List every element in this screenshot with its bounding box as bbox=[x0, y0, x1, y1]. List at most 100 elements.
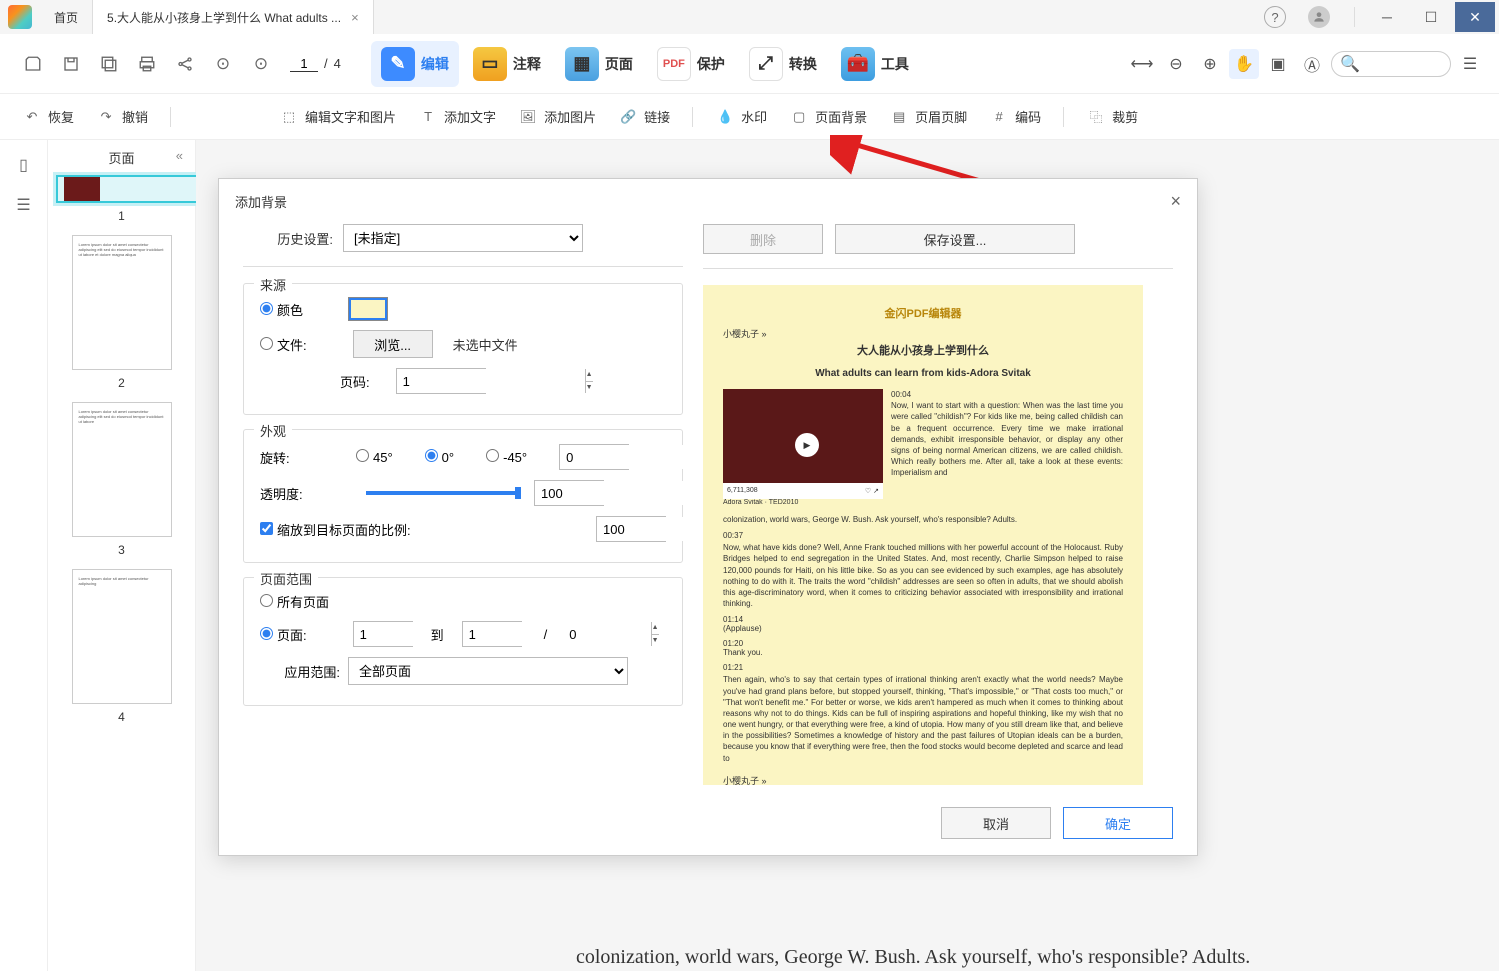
delete-button[interactable]: 删除 bbox=[703, 224, 823, 254]
range-from-input[interactable]: ▲▼ bbox=[353, 621, 413, 647]
mode-tab-tools-label: 工具 bbox=[881, 54, 909, 74]
bates-button[interactable]: # 编码 bbox=[981, 103, 1049, 131]
save-as-icon[interactable] bbox=[98, 53, 120, 75]
text-select-icon[interactable]: Ⓐ bbox=[1297, 49, 1327, 79]
watermark-icon: 💧 bbox=[715, 107, 735, 127]
cancel-button[interactable]: 取消 bbox=[941, 807, 1051, 839]
convert-mode-icon: ⤢ bbox=[749, 47, 783, 81]
crop-button[interactable]: ⿻裁剪 bbox=[1078, 103, 1146, 131]
header-footer-button[interactable]: ▤页眉页脚 bbox=[881, 103, 975, 131]
thumbnail-label-1: 1 bbox=[56, 209, 187, 223]
page-up-icon[interactable]: ⊙ bbox=[212, 53, 234, 75]
rotate-n45-radio[interactable]: -45° bbox=[486, 449, 527, 465]
divider bbox=[243, 266, 683, 267]
color-swatch[interactable] bbox=[349, 298, 387, 320]
opacity-label: 透明度: bbox=[260, 484, 310, 503]
page-num-input[interactable]: ▲▼ bbox=[396, 368, 486, 394]
redo-button[interactable]: ↷撤销 bbox=[88, 103, 156, 131]
zoom-in-icon[interactable]: ⊕ bbox=[1195, 49, 1225, 79]
rotate-0-radio[interactable]: 0° bbox=[425, 449, 454, 465]
dialog-close-button[interactable]: × bbox=[1170, 191, 1181, 212]
protect-mode-icon: PDF bbox=[657, 47, 691, 81]
apply-range-select[interactable]: 全部页面 bbox=[348, 657, 628, 685]
divider bbox=[1063, 107, 1064, 127]
color-radio[interactable]: 颜色 bbox=[260, 300, 303, 319]
outline-rail-icon[interactable]: ☰ bbox=[13, 194, 35, 216]
menu-icon[interactable]: ☰ bbox=[1455, 49, 1485, 79]
tab-home[interactable]: 首页 bbox=[40, 0, 93, 34]
print-icon[interactable] bbox=[136, 53, 158, 75]
page-input[interactable] bbox=[290, 56, 318, 72]
opacity-slider[interactable] bbox=[366, 491, 516, 495]
rotate-45-radio[interactable]: 45° bbox=[356, 449, 393, 465]
collapse-panel-icon[interactable]: « bbox=[176, 148, 183, 163]
page-down-icon[interactable]: ⊙ bbox=[250, 53, 272, 75]
open-file-icon[interactable] bbox=[22, 53, 44, 75]
watermark-button[interactable]: 💧水印 bbox=[707, 103, 775, 131]
mode-tab-tools[interactable]: 🧰工具 bbox=[831, 41, 919, 87]
browse-button[interactable]: 浏览... bbox=[353, 330, 433, 358]
dialog-title: 添加背景 bbox=[235, 192, 287, 211]
appearance-section-title: 外观 bbox=[254, 421, 292, 440]
add-text-button[interactable]: T添加文字 bbox=[410, 103, 504, 131]
thumbnail-label-2: 2 bbox=[56, 376, 187, 390]
bates-label: 编码 bbox=[1015, 107, 1041, 126]
minimize-button[interactable]: ─ bbox=[1367, 2, 1407, 32]
help-icon[interactable]: ? bbox=[1264, 6, 1286, 28]
close-window-button[interactable]: ✕ bbox=[1455, 2, 1495, 32]
rotate-value-input[interactable]: ▲▼ bbox=[559, 444, 629, 470]
edit-text-image-label: 编辑文字和图片 bbox=[305, 107, 396, 126]
fit-width-icon[interactable]: ⟷ bbox=[1127, 49, 1157, 79]
search-input[interactable]: 🔍 bbox=[1331, 51, 1451, 77]
comment-mode-icon: ▭ bbox=[473, 47, 507, 81]
mode-tab-edit[interactable]: ✎编辑 bbox=[371, 41, 459, 87]
add-text-icon: T bbox=[418, 107, 438, 127]
mode-tab-convert[interactable]: ⤢转换 bbox=[739, 41, 827, 87]
preview-ts3: 01:14 bbox=[723, 615, 1123, 624]
edit-text-image-button[interactable]: ⬚编辑文字和图片 bbox=[271, 103, 404, 131]
opacity-value-input[interactable]: ▲▼ bbox=[534, 480, 604, 506]
select-tool-icon[interactable]: ▣ bbox=[1263, 49, 1293, 79]
mode-tab-edit-label: 编辑 bbox=[421, 54, 449, 74]
user-avatar-icon[interactable] bbox=[1308, 6, 1330, 28]
scale-checkbox[interactable]: 缩放到目标页面的比例: bbox=[260, 520, 411, 539]
hand-tool-icon[interactable]: ✋ bbox=[1229, 49, 1259, 79]
tab-document[interactable]: 5.大人能从小孩身上学到什么 What adults ... × bbox=[93, 0, 374, 34]
add-image-label: 添加图片 bbox=[544, 107, 596, 126]
add-image-button[interactable]: 🖼添加图片 bbox=[510, 103, 604, 131]
preview-p1b: colonization, world wars, George W. Bush… bbox=[723, 514, 1123, 525]
preview-vid-meta: Adora Svitak · TED2010 bbox=[723, 499, 1123, 506]
mode-tab-page[interactable]: ▦页面 bbox=[555, 41, 643, 87]
mode-tab-comment[interactable]: ▭ 注释 bbox=[463, 41, 551, 87]
close-tab-icon[interactable]: × bbox=[351, 10, 359, 25]
preview-p1: Now, I want to start with a question: Wh… bbox=[891, 401, 1123, 477]
page-background-button[interactable]: ▢页面背景 bbox=[781, 103, 875, 131]
history-label: 历史设置: bbox=[243, 229, 343, 248]
scale-value-input[interactable]: ▲▼ bbox=[596, 516, 666, 542]
thumbnail-page-3[interactable]: Lorem ipsum dolor sit amet consectetur a… bbox=[72, 402, 172, 537]
pages-radio[interactable]: 页面: bbox=[260, 625, 307, 644]
preview-title-en: What adults can learn from kids-Adora Sv… bbox=[723, 368, 1123, 379]
preview-title-cn: 大人能从小孩身上学到什么 bbox=[723, 342, 1123, 358]
save-icon[interactable] bbox=[60, 53, 82, 75]
mode-tab-protect[interactable]: PDF保护 bbox=[647, 41, 735, 87]
range-total: 0 bbox=[569, 627, 576, 642]
undo-button[interactable]: ↶恢复 bbox=[14, 103, 82, 131]
mode-tab-comment-label: 注释 bbox=[513, 54, 541, 74]
save-settings-button[interactable]: 保存设置... bbox=[835, 224, 1075, 254]
page-bg-icon: ▢ bbox=[789, 107, 809, 127]
zoom-out-icon[interactable]: ⊖ bbox=[1161, 49, 1191, 79]
share-icon[interactable] bbox=[174, 53, 196, 75]
range-to-input[interactable]: ▲▼ bbox=[462, 621, 522, 647]
thumbnail-page-4[interactable]: Lorem ipsum dolor sit amet consectetur a… bbox=[72, 569, 172, 704]
view-tools: ⟷ ⊖ ⊕ ✋ ▣ Ⓐ 🔍 ☰ bbox=[1127, 49, 1485, 79]
history-select[interactable]: [未指定] bbox=[343, 224, 583, 252]
bates-icon: # bbox=[989, 107, 1009, 127]
thumbnails-rail-icon[interactable]: ▯ bbox=[13, 154, 35, 176]
all-pages-radio[interactable]: 所有页面 bbox=[260, 592, 329, 611]
file-radio[interactable]: 文件: bbox=[260, 335, 307, 354]
maximize-button[interactable]: ☐ bbox=[1411, 2, 1451, 32]
thumbnail-page-2[interactable]: Lorem ipsum dolor sit amet consectetur a… bbox=[72, 235, 172, 370]
link-button[interactable]: 🔗链接 bbox=[610, 103, 678, 131]
ok-button[interactable]: 确定 bbox=[1063, 807, 1173, 839]
